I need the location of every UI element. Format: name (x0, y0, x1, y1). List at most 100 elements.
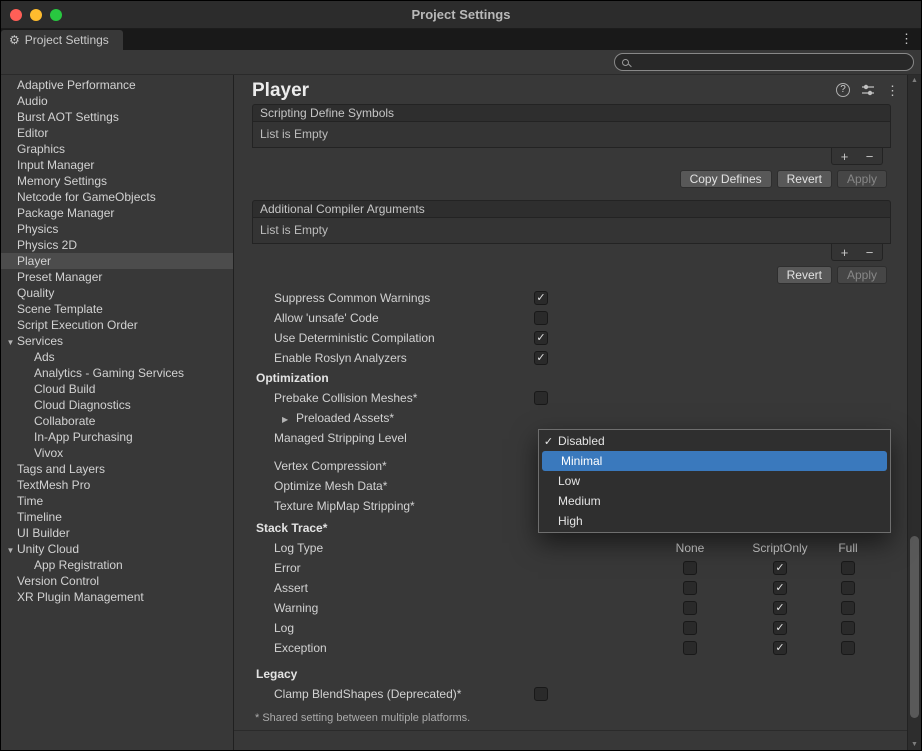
tab-more-icon[interactable]: ⋮ (900, 31, 913, 47)
scroll-down-icon[interactable]: ▼ (908, 741, 921, 748)
scroll-up-icon[interactable]: ▲ (908, 77, 921, 84)
sidebar-item-collaborate[interactable]: Collaborate (1, 413, 233, 429)
window-title: Project Settings (1, 1, 921, 28)
checkbox[interactable]: ✓ (534, 331, 548, 345)
sidebar-item-version-control[interactable]: Version Control (1, 573, 233, 589)
sidebar-item-xr-plugin-management[interactable]: XR Plugin Management (1, 589, 233, 605)
stack-trace-row: Error ✓ (252, 558, 891, 578)
sidebar-item-cloud-diagnostics[interactable]: Cloud Diagnostics (1, 397, 233, 413)
sidebar-item-textmesh-pro[interactable]: TextMesh Pro (1, 477, 233, 493)
zoom-button[interactable] (50, 9, 62, 21)
checkbox[interactable] (841, 561, 855, 575)
panel-bottom-divider (234, 730, 907, 731)
section-header-legacy: Legacy (252, 664, 891, 684)
sidebar-item-time[interactable]: Time (1, 493, 233, 509)
checkbox[interactable]: ✓ (773, 641, 787, 655)
setting-row-preloaded-assets[interactable]: ▶Preloaded Assets* (252, 408, 891, 428)
checkbox[interactable]: ✓ (773, 601, 787, 615)
sidebar-item-vivox[interactable]: Vivox (1, 445, 233, 461)
sidebar-item-analytics[interactable]: Analytics - Gaming Services (1, 365, 233, 381)
checkbox[interactable] (534, 687, 548, 701)
setting-label: Exception (252, 641, 534, 655)
sidebar-item-physics-2d[interactable]: Physics 2D (1, 237, 233, 253)
sidebar-item-editor[interactable]: Editor (1, 125, 233, 141)
checkbox[interactable]: ✓ (534, 351, 548, 365)
setting-label: Vertex Compression* (252, 459, 534, 473)
checkbox[interactable] (534, 391, 548, 405)
sidebar-item-burst-aot[interactable]: Burst AOT Settings (1, 109, 233, 125)
sidebar-item-scene-template[interactable]: Scene Template (1, 301, 233, 317)
search-input[interactable] (634, 56, 906, 68)
sidebar-item-timeline[interactable]: Timeline (1, 509, 233, 525)
revert-button[interactable]: Revert (777, 170, 832, 188)
help-icon[interactable]: ? (836, 83, 850, 97)
setting-label: Prebake Collision Meshes* (252, 391, 534, 405)
sidebar-item-services[interactable]: ▼Services (1, 333, 233, 349)
checkbox[interactable] (841, 621, 855, 635)
search-field[interactable] (614, 53, 914, 71)
dropdown-option-disabled[interactable]: ✓ Disabled (539, 431, 890, 451)
sidebar-item-player[interactable]: Player (1, 253, 233, 269)
apply-button[interactable]: Apply (837, 170, 887, 188)
stack-trace-row: Log ✓ (252, 618, 891, 638)
more-menu-icon[interactable]: ⋮ (886, 84, 899, 97)
checkbox[interactable] (534, 311, 548, 325)
checkbox[interactable] (683, 641, 697, 655)
tab-project-settings[interactable]: ⚙ Project Settings (1, 30, 123, 50)
checkbox[interactable]: ✓ (773, 621, 787, 635)
add-button[interactable]: + (832, 244, 857, 260)
sidebar-item-tags-and-layers[interactable]: Tags and Layers (1, 461, 233, 477)
checkbox[interactable] (841, 601, 855, 615)
tab-strip: ⚙ Project Settings ⋮ (1, 29, 921, 50)
sidebar-item-memory-settings[interactable]: Memory Settings (1, 173, 233, 189)
vertical-scrollbar[interactable]: ▲ ▼ (907, 75, 921, 750)
sidebar-item-quality[interactable]: Quality (1, 285, 233, 301)
sidebar-item-ads[interactable]: Ads (1, 349, 233, 365)
checkbox[interactable]: ✓ (534, 291, 548, 305)
sidebar-item-script-execution-order[interactable]: Script Execution Order (1, 317, 233, 333)
close-button[interactable] (10, 9, 22, 21)
remove-button[interactable]: − (857, 148, 882, 164)
remove-button[interactable]: − (857, 244, 882, 260)
settings-sidebar: Adaptive Performance Audio Burst AOT Set… (1, 75, 234, 750)
settings-scroll-area: Scripting Define Symbols List is Empty +… (234, 103, 907, 750)
sidebar-item-preset-manager[interactable]: Preset Manager (1, 269, 233, 285)
checkbox[interactable] (841, 581, 855, 595)
option-label: Minimal (561, 454, 602, 468)
checkbox[interactable]: ✓ (773, 561, 787, 575)
sidebar-item-graphics[interactable]: Graphics (1, 141, 233, 157)
sidebar-item-unity-cloud[interactable]: ▼Unity Cloud (1, 541, 233, 557)
dropdown-option-medium[interactable]: Medium (539, 491, 890, 511)
scrollbar-thumb[interactable] (910, 536, 919, 718)
checkbox[interactable] (841, 641, 855, 655)
checkbox[interactable] (683, 621, 697, 635)
sidebar-item-app-registration[interactable]: App Registration (1, 557, 233, 573)
sidebar-item-input-manager[interactable]: Input Manager (1, 157, 233, 173)
sidebar-item-adaptive-performance[interactable]: Adaptive Performance (1, 77, 233, 93)
checkbox[interactable] (683, 561, 697, 575)
sidebar-item-physics[interactable]: Physics (1, 221, 233, 237)
setting-label: Log (252, 621, 534, 635)
copy-defines-button[interactable]: Copy Defines (680, 170, 772, 188)
setting-row: Use Deterministic Compilation ✓ (252, 328, 891, 348)
sidebar-item-audio[interactable]: Audio (1, 93, 233, 109)
sidebar-item-netcode[interactable]: Netcode for GameObjects (1, 189, 233, 205)
column-header-full: Full (814, 541, 882, 555)
add-button[interactable]: + (832, 148, 857, 164)
sidebar-item-cloud-build[interactable]: Cloud Build (1, 381, 233, 397)
checkbox[interactable]: ✓ (773, 581, 787, 595)
checkbox[interactable] (683, 601, 697, 615)
checkbox[interactable] (683, 581, 697, 595)
dropdown-option-minimal[interactable]: Minimal (542, 451, 887, 471)
apply-button[interactable]: Apply (837, 266, 887, 284)
sidebar-item-in-app-purchasing[interactable]: In-App Purchasing (1, 429, 233, 445)
dropdown-option-high[interactable]: High (539, 511, 890, 531)
setting-label: Error (252, 561, 534, 575)
presets-icon[interactable] (861, 84, 875, 96)
sidebar-item-ui-builder[interactable]: UI Builder (1, 525, 233, 541)
minimize-button[interactable] (30, 9, 42, 21)
setting-label: Enable Roslyn Analyzers (252, 351, 534, 365)
dropdown-option-low[interactable]: Low (539, 471, 890, 491)
revert-button[interactable]: Revert (777, 266, 832, 284)
sidebar-item-package-manager[interactable]: Package Manager (1, 205, 233, 221)
